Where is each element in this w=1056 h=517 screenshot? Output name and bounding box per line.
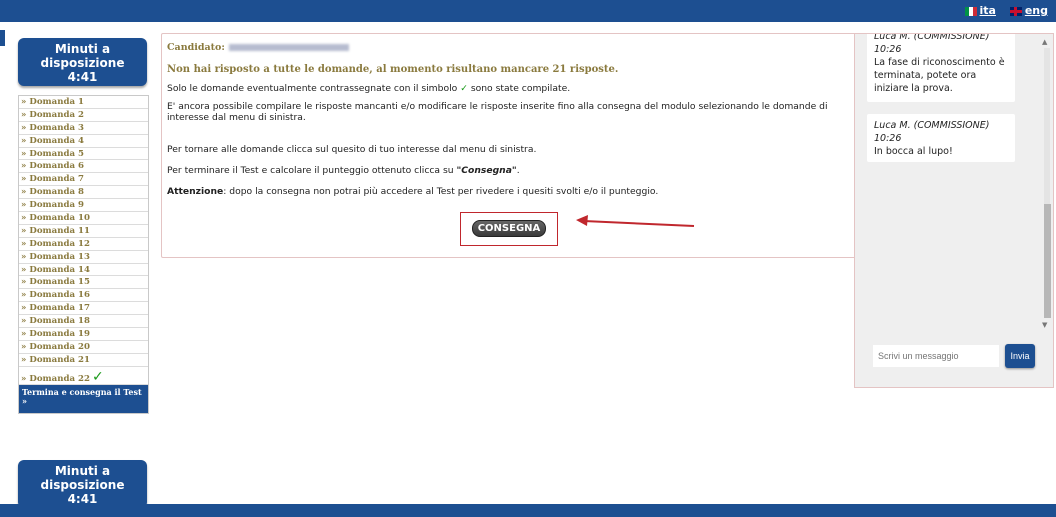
nav-question-13[interactable]: » Domanda 13 bbox=[19, 251, 148, 264]
bottom-bar bbox=[0, 504, 1056, 517]
check-icon: ✓ bbox=[460, 83, 468, 94]
language-switcher: ita eng bbox=[955, 4, 1048, 17]
check-icon: ✓ bbox=[92, 368, 104, 385]
finish-test-arrow: » bbox=[22, 395, 27, 406]
chat-sender: Luca M. (COMMISSIONE) bbox=[874, 33, 990, 42]
nav-question-10[interactable]: » Domanda 10 bbox=[19, 212, 148, 225]
nav-question-22-label: » Domanda 22 bbox=[21, 373, 90, 384]
nav-question-21[interactable]: » Domanda 21 bbox=[19, 354, 148, 367]
nav-question-7[interactable]: » Domanda 7 bbox=[19, 173, 148, 187]
chat-sender: Luca M. (COMMISSIONE) bbox=[874, 120, 990, 131]
chat-scrollbar[interactable]: ▲ ▼ bbox=[1041, 38, 1051, 329]
left-edge-tab bbox=[0, 30, 5, 46]
nav-question-20[interactable]: » Domanda 20 bbox=[19, 341, 148, 354]
question-nav: » Domanda 1 » Domanda 2 » Domanda 3 » Do… bbox=[18, 95, 149, 414]
nav-question-19[interactable]: » Domanda 19 bbox=[19, 328, 148, 341]
candidate-name-redacted bbox=[228, 44, 349, 51]
chat-time: 10:26 bbox=[874, 133, 902, 144]
timer-bottom: Minuti a disposizione 4:41 bbox=[18, 460, 147, 508]
chat-message-input[interactable] bbox=[873, 345, 999, 367]
finish-test-link[interactable]: Termina e consegna il Test » bbox=[19, 384, 148, 413]
italian-flag-icon bbox=[964, 6, 977, 16]
consegna-highlight-box: CONSEGNA bbox=[460, 212, 558, 246]
submission-panel: Candidato: Non hai risposto a tutte le d… bbox=[161, 33, 857, 258]
nav-question-12[interactable]: » Domanda 12 bbox=[19, 238, 148, 251]
info-line-2: E' ancora possibile compilare le rispost… bbox=[167, 101, 828, 123]
timer-label: Minuti a disposizione bbox=[40, 42, 125, 70]
missing-answers-warning: Non hai risposto a tutte le domande, al … bbox=[167, 64, 619, 75]
candidate-label: Candidato: bbox=[167, 42, 225, 53]
info-line-1: Solo le domande eventualmente contrasseg… bbox=[167, 83, 571, 94]
nav-question-9[interactable]: » Domanda 9 bbox=[19, 199, 148, 213]
nav-question-11[interactable]: » Domanda 11 bbox=[19, 225, 148, 238]
chat-message: Luca M. (COMMISSIONE) 10:26 La fase di r… bbox=[867, 33, 1015, 102]
candidate-row: Candidato: bbox=[167, 42, 857, 53]
send-button[interactable]: Invia bbox=[1005, 344, 1035, 368]
timer-label: Minuti a disposizione bbox=[40, 464, 125, 492]
nav-question-2[interactable]: » Domanda 2 bbox=[19, 109, 148, 122]
red-arrow-icon bbox=[576, 215, 695, 227]
scroll-down-icon[interactable]: ▼ bbox=[1042, 321, 1047, 329]
nav-question-16[interactable]: » Domanda 16 bbox=[19, 289, 148, 303]
chat-time: 10:26 bbox=[874, 44, 902, 55]
nav-question-3[interactable]: » Domanda 3 bbox=[19, 122, 148, 135]
lang-eng-link[interactable]: eng bbox=[1009, 4, 1048, 17]
nav-question-15[interactable]: » Domanda 15 bbox=[19, 276, 148, 290]
uk-flag-icon bbox=[1009, 6, 1022, 16]
scroll-up-icon[interactable]: ▲ bbox=[1042, 38, 1047, 46]
chat-message: Luca M. (COMMISSIONE) 10:26 In bocca al … bbox=[867, 114, 1015, 162]
finish-test-label: Termina e consegna il Test bbox=[22, 386, 142, 397]
nav-question-6[interactable]: » Domanda 6 bbox=[19, 160, 148, 174]
info-line-4: Per terminare il Test e calcolare il pun… bbox=[167, 165, 520, 176]
chat-text: La fase di riconoscimento è terminata, p… bbox=[874, 57, 1005, 94]
nav-question-8[interactable]: » Domanda 8 bbox=[19, 186, 148, 200]
nav-question-4[interactable]: » Domanda 4 bbox=[19, 135, 148, 148]
consegna-button[interactable]: CONSEGNA bbox=[472, 220, 546, 237]
info-line-3: Per tornare alle domande clicca sul ques… bbox=[167, 144, 537, 155]
attention-line: Attenzione: dopo la consegna non potrai … bbox=[167, 186, 659, 197]
scroll-thumb[interactable] bbox=[1044, 204, 1051, 318]
top-bar: ita eng bbox=[0, 0, 1056, 22]
timer-top: Minuti a disposizione 4:41 bbox=[18, 38, 147, 86]
nav-question-18[interactable]: » Domanda 18 bbox=[19, 315, 148, 329]
chat-text: In bocca al lupo! bbox=[874, 146, 953, 157]
nav-question-1[interactable]: » Domanda 1 bbox=[19, 96, 148, 109]
nav-question-5[interactable]: » Domanda 5 bbox=[19, 148, 148, 161]
nav-question-22[interactable]: » Domanda 22 ✓ bbox=[19, 367, 148, 385]
chat-panel: Luca M. (COMMISSIONE) 10:26 La fase di r… bbox=[854, 33, 1054, 388]
nav-question-17[interactable]: » Domanda 17 bbox=[19, 302, 148, 316]
timer-value: 4:41 bbox=[67, 70, 98, 84]
nav-question-14[interactable]: » Domanda 14 bbox=[19, 264, 148, 277]
lang-ita-link[interactable]: ita bbox=[964, 4, 996, 17]
